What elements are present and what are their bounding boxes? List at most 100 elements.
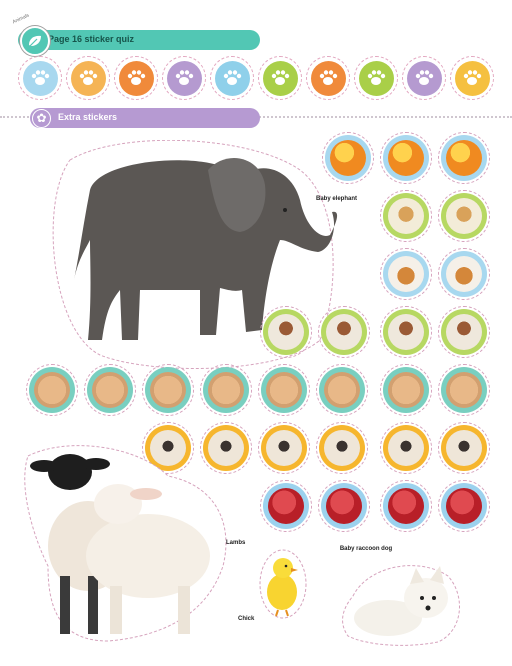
round-sticker[interactable] <box>260 480 312 532</box>
round-sticker[interactable] <box>438 190 490 242</box>
round-sticker[interactable] <box>316 422 368 474</box>
sticker-ring <box>263 309 309 355</box>
deer-picture <box>446 198 482 234</box>
sticker-ring <box>441 251 487 297</box>
round-sticker[interactable] <box>322 132 374 184</box>
kitten-picture <box>446 256 482 292</box>
sticker-ring <box>441 425 487 471</box>
face-picture <box>150 372 186 408</box>
paw-sticker[interactable] <box>450 56 494 100</box>
round-sticker[interactable] <box>318 306 370 358</box>
fawn-picture <box>388 314 424 350</box>
ball-picture <box>388 140 424 176</box>
paw-icon <box>214 60 250 96</box>
fawn-picture <box>446 314 482 350</box>
round-sticker[interactable] <box>380 306 432 358</box>
fawn-picture <box>268 314 304 350</box>
sticker-ring <box>441 193 487 239</box>
round-sticker[interactable] <box>380 132 432 184</box>
paw-sticker[interactable] <box>354 56 398 100</box>
sticker-ring <box>383 193 429 239</box>
sticker-ring <box>261 367 307 413</box>
sticker-ring <box>325 135 371 181</box>
round-sticker[interactable] <box>380 422 432 474</box>
round-sticker[interactable] <box>316 364 368 416</box>
round-sticker[interactable] <box>258 422 310 474</box>
chick-label: Chick <box>238 616 255 622</box>
sticker-ring <box>383 483 429 529</box>
round-sticker[interactable] <box>438 422 490 474</box>
sticker-ring <box>87 367 133 413</box>
paw-icon <box>22 60 58 96</box>
paw-icon <box>454 60 490 96</box>
raccoon-dog-label: Baby raccoon dog <box>339 546 393 552</box>
round-sticker[interactable] <box>84 364 136 416</box>
sticker-ring <box>383 251 429 297</box>
sticker-ring <box>321 309 367 355</box>
paw-icon <box>262 60 298 96</box>
header-bar: Page 16 sticker quiz <box>18 30 260 50</box>
paw-sticker[interactable] <box>210 56 254 100</box>
paw-icon <box>166 60 202 96</box>
sticker-ring <box>261 425 307 471</box>
red-picture <box>326 488 362 524</box>
paw-sticker[interactable] <box>306 56 350 100</box>
sticker-ring <box>441 309 487 355</box>
dog-picture <box>388 430 424 466</box>
ball-picture <box>446 140 482 176</box>
paw-sticker[interactable] <box>114 56 158 100</box>
leaf-icon <box>20 26 50 56</box>
dog-picture <box>324 430 360 466</box>
sticker-ring <box>321 483 367 529</box>
round-sticker[interactable] <box>438 480 490 532</box>
paw-icon <box>118 60 154 96</box>
paw-sticker[interactable] <box>162 56 206 100</box>
paw-icon <box>70 60 106 96</box>
face-picture <box>388 372 424 408</box>
face-picture <box>266 372 302 408</box>
face-picture <box>208 372 244 408</box>
sticker-ring <box>29 367 75 413</box>
chick-sticker <box>259 549 307 619</box>
round-sticker[interactable] <box>438 364 490 416</box>
round-sticker[interactable] <box>380 364 432 416</box>
face-picture <box>446 372 482 408</box>
dog-picture <box>266 430 302 466</box>
round-sticker[interactable] <box>380 190 432 242</box>
round-sticker[interactable] <box>260 306 312 358</box>
paw-icon <box>310 60 346 96</box>
dog-picture <box>446 430 482 466</box>
round-sticker[interactable] <box>258 364 310 416</box>
star-icon: ✿ <box>32 109 51 128</box>
red-picture <box>446 488 482 524</box>
paw-sticker[interactable] <box>402 56 446 100</box>
round-sticker[interactable] <box>438 306 490 358</box>
paw-sticker[interactable] <box>18 56 62 100</box>
round-sticker[interactable] <box>380 480 432 532</box>
sticker-ring <box>319 425 365 471</box>
sticker-ring <box>263 483 309 529</box>
paw-sticker[interactable] <box>258 56 302 100</box>
sticker-ring <box>145 367 191 413</box>
round-sticker[interactable] <box>380 248 432 300</box>
sticker-ring <box>383 367 429 413</box>
ball-picture <box>330 140 366 176</box>
red-picture <box>268 488 304 524</box>
deer-picture <box>388 198 424 234</box>
page-title: Page 16 sticker quiz <box>48 34 135 44</box>
sticker-ring <box>441 135 487 181</box>
sticker-ring <box>203 367 249 413</box>
round-sticker[interactable] <box>26 364 78 416</box>
round-sticker[interactable] <box>438 132 490 184</box>
round-sticker[interactable] <box>142 364 194 416</box>
round-sticker[interactable] <box>200 364 252 416</box>
round-sticker[interactable] <box>438 248 490 300</box>
round-sticker[interactable] <box>318 480 370 532</box>
paw-sticker[interactable] <box>66 56 110 100</box>
lambs-sticker <box>24 445 227 642</box>
extra-stickers-bar: Extra stickers <box>30 108 260 128</box>
raccoon-dog-sticker <box>342 565 460 646</box>
red-picture <box>388 488 424 524</box>
sticker-ring <box>383 135 429 181</box>
section-small-text: Animals <box>11 12 31 26</box>
